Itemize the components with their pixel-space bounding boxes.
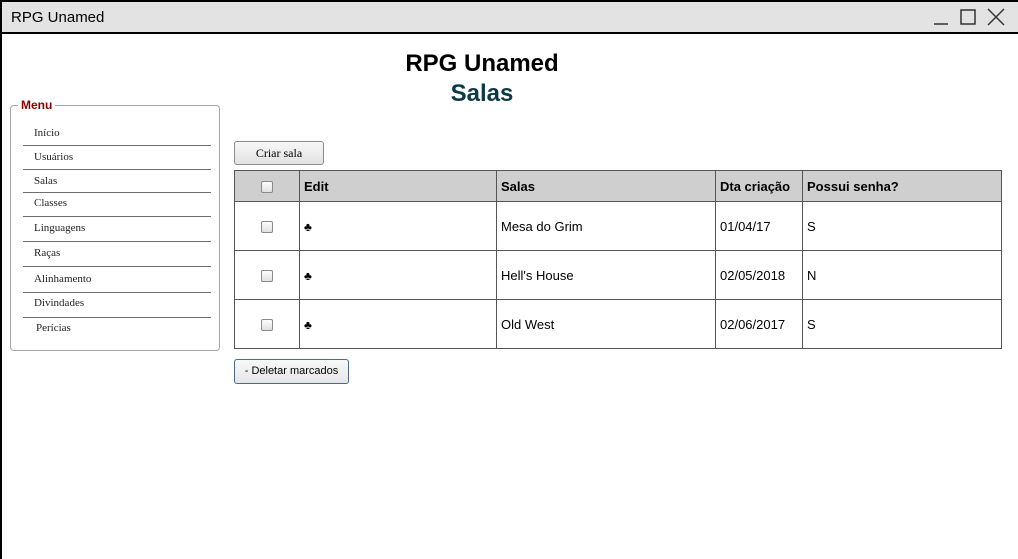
edit-club-icon[interactable]: ♣ bbox=[304, 318, 312, 332]
select-all-cell bbox=[234, 170, 300, 202]
menu-item-usuarios[interactable]: Usuários bbox=[23, 151, 211, 163]
window-title: RPG Unamed bbox=[11, 9, 105, 26]
column-header-password: Possui senha? bbox=[802, 170, 1002, 202]
room-name-cell: Old West bbox=[496, 299, 716, 349]
edit-cell: ♣ bbox=[299, 299, 497, 349]
row-checkbox[interactable] bbox=[261, 319, 273, 332]
menu-divider bbox=[23, 317, 211, 318]
table-row: ♣ Old West 02/06/2017 S bbox=[234, 299, 1002, 349]
edit-club-icon[interactable]: ♣ bbox=[304, 269, 312, 283]
minimize-button[interactable] bbox=[931, 7, 951, 27]
column-header-salas: Salas bbox=[496, 170, 716, 202]
table-header-row: Edit Salas Dta criação Possui senha? bbox=[234, 170, 1002, 202]
table-row: ♣ Hell's House 02/05/2018 N bbox=[234, 250, 1002, 300]
delete-selected-button[interactable]: - Deletar marcados bbox=[234, 359, 349, 384]
side-menu: Menu Início Usuários Salas Classes Lingu… bbox=[10, 98, 220, 351]
row-select-cell bbox=[234, 201, 300, 251]
row-checkbox[interactable] bbox=[261, 270, 273, 283]
menu-divider bbox=[23, 266, 211, 267]
page-title: RPG Unamed bbox=[405, 50, 559, 77]
edit-cell: ♣ bbox=[299, 250, 497, 300]
edit-club-icon[interactable]: ♣ bbox=[304, 220, 312, 234]
menu-divider bbox=[23, 241, 211, 242]
menu-item-salas[interactable]: Salas bbox=[23, 175, 211, 187]
row-checkbox[interactable] bbox=[261, 221, 273, 234]
row-select-cell bbox=[234, 250, 300, 300]
room-password-cell: S bbox=[802, 201, 1002, 251]
menu-item-divindades[interactable]: Divindades bbox=[23, 297, 211, 309]
menu-divider bbox=[23, 169, 211, 170]
room-date-cell: 02/05/2018 bbox=[715, 250, 803, 300]
menu-item-alinhamento[interactable]: Alinhamento bbox=[23, 273, 211, 285]
maximize-icon bbox=[960, 9, 976, 25]
menu-item-inicio[interactable]: Início bbox=[23, 127, 211, 139]
table-row: ♣ Mesa do Grim 01/04/17 S bbox=[234, 201, 1002, 251]
minimize-icon bbox=[934, 23, 948, 25]
menu-divider bbox=[23, 216, 211, 217]
rooms-table: Edit Salas Dta criação Possui senha? ♣ M… bbox=[234, 170, 1002, 349]
menu-item-pericias[interactable]: Perícias bbox=[23, 322, 211, 334]
menu-item-classes[interactable]: Classes bbox=[23, 197, 211, 209]
edit-cell: ♣ bbox=[299, 201, 497, 251]
select-all-checkbox[interactable] bbox=[261, 181, 273, 194]
menu-divider bbox=[23, 292, 211, 293]
room-password-cell: N bbox=[802, 250, 1002, 300]
menu-item-linguagens[interactable]: Linguagens bbox=[23, 222, 211, 234]
maximize-button[interactable] bbox=[958, 7, 978, 27]
app-window: RPG Unamed RPG Unamed Salas Menu Início … bbox=[0, 0, 1018, 559]
column-header-edit: Edit bbox=[299, 170, 497, 202]
room-password-cell: S bbox=[802, 299, 1002, 349]
title-bar: RPG Unamed bbox=[2, 2, 1018, 34]
page-heading: RPG Unamed Salas bbox=[382, 50, 582, 110]
column-header-date: Dta criação bbox=[715, 170, 803, 202]
menu-divider bbox=[23, 145, 211, 146]
room-name-cell: Hell's House bbox=[496, 250, 716, 300]
room-name-cell: Mesa do Grim bbox=[496, 201, 716, 251]
row-select-cell bbox=[234, 299, 300, 349]
page-subtitle: Salas bbox=[450, 80, 514, 107]
close-icon bbox=[987, 8, 1005, 26]
create-room-button[interactable]: Criar sala bbox=[234, 141, 324, 165]
menu-legend: Menu bbox=[18, 98, 56, 112]
menu-divider bbox=[23, 192, 211, 193]
room-date-cell: 02/06/2017 bbox=[715, 299, 803, 349]
close-button[interactable] bbox=[986, 7, 1006, 27]
room-date-cell: 01/04/17 bbox=[715, 201, 803, 251]
menu-item-racas[interactable]: Raças bbox=[23, 247, 211, 259]
